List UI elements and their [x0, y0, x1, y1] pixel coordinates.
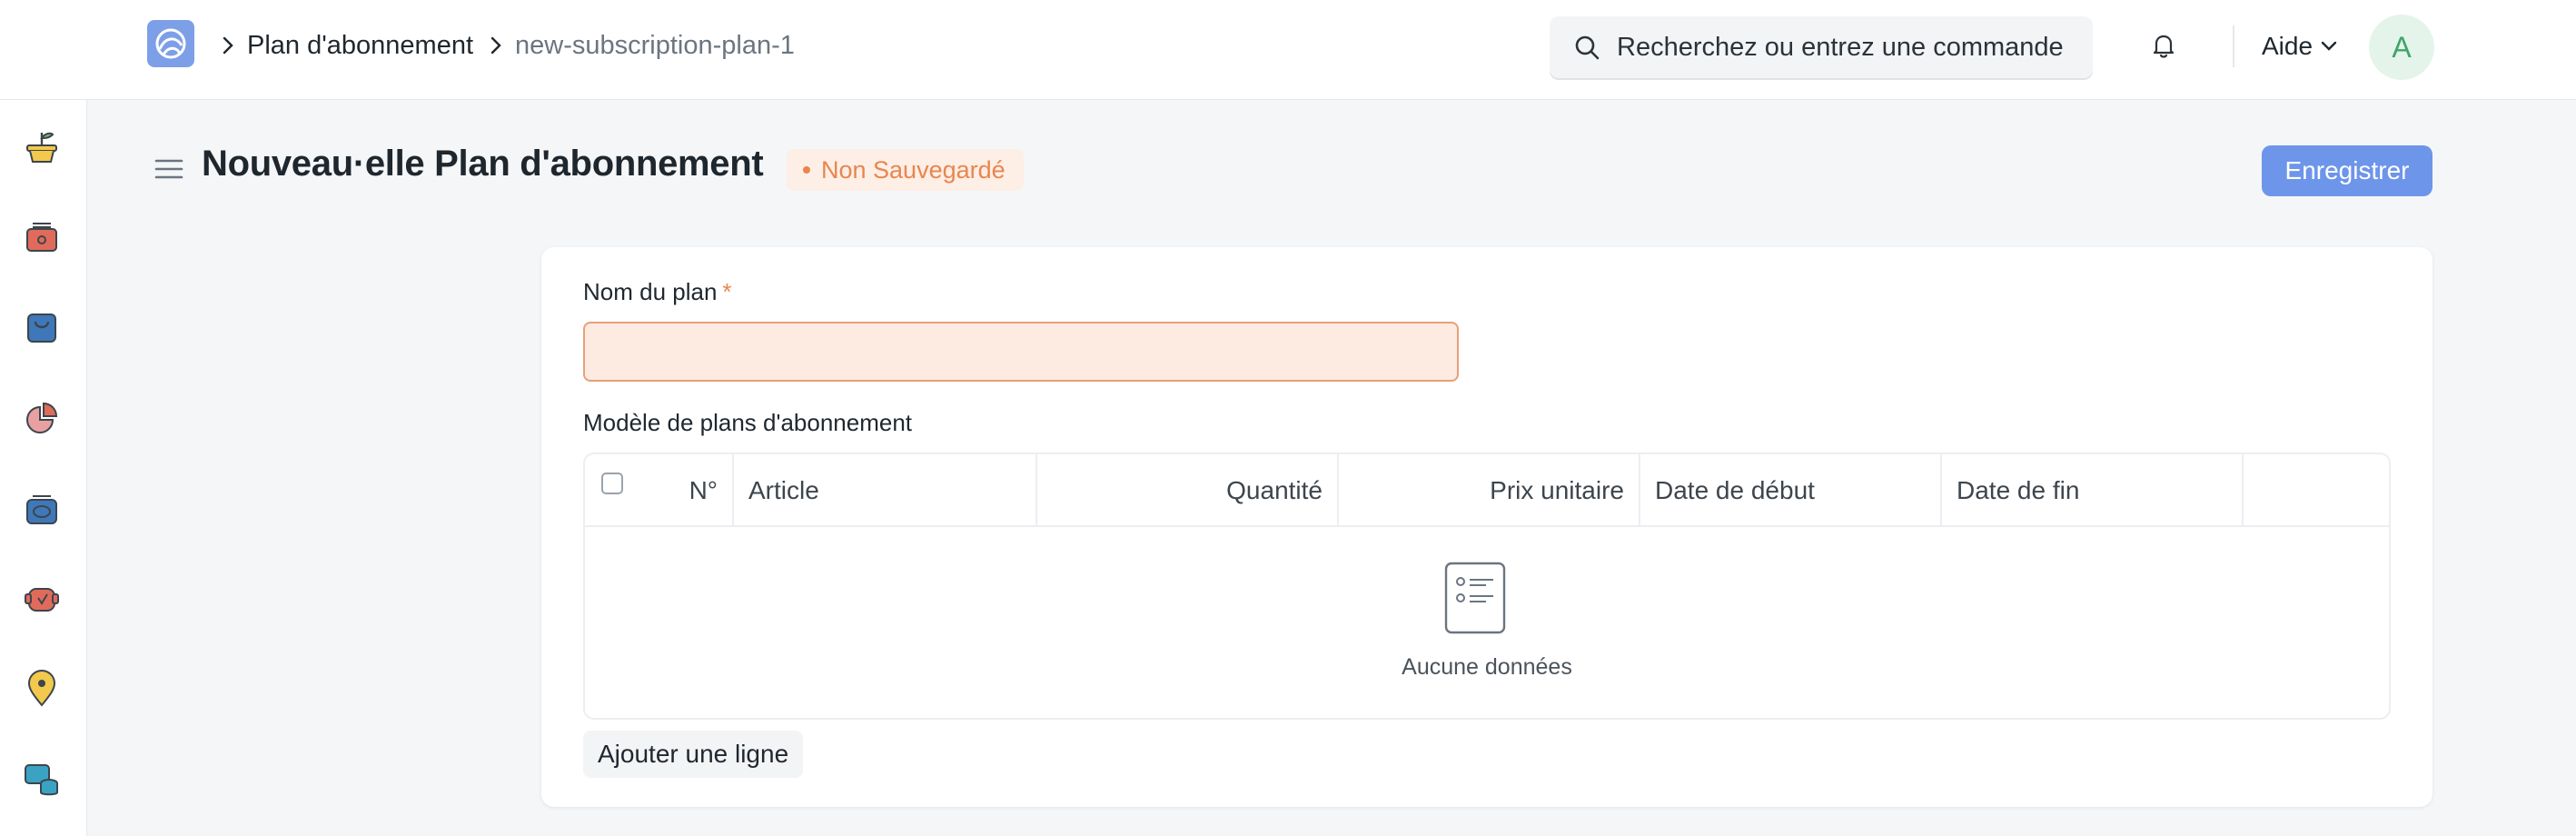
app-logo[interactable] [147, 20, 194, 67]
cash-register-icon[interactable] [20, 214, 64, 258]
support-icon[interactable] [20, 576, 64, 620]
assets-icon[interactable] [20, 758, 64, 801]
notification-bell-icon[interactable] [2149, 31, 2178, 60]
empty-list-icon [1444, 562, 1506, 634]
help-label: Aide [2262, 32, 2313, 60]
search-bar[interactable]: Recherchez ou entrez une commande [1550, 16, 2093, 78]
column-header-article: Article [734, 454, 1037, 527]
subscription-plan-table: N° Article Quantité Prix unitaire Date d… [583, 453, 2391, 720]
form-card: Nom du plan * Modèle de plans d'abonnemen… [541, 247, 2432, 807]
table-header: N° Article Quantité Prix unitaire Date d… [585, 454, 2389, 527]
empty-table-text: Aucune données [1402, 654, 1572, 680]
column-header-unit-price: Prix unitaire [1339, 454, 1640, 527]
column-header-end-date: Date de fin [1942, 454, 2244, 527]
column-header-actions [2244, 454, 2389, 527]
row-index-column: N° [585, 454, 734, 527]
nav-divider [2233, 25, 2234, 67]
breadcrumb: Plan d'abonnement new-subscription-plan-… [214, 0, 795, 91]
status-text: Non Sauvegardé [821, 155, 1006, 184]
required-mark: * [722, 278, 732, 305]
breadcrumb-doctype[interactable]: Plan d'abonnement [247, 31, 473, 61]
help-dropdown[interactable]: Aide [2262, 0, 2338, 93]
plan-name-input[interactable] [583, 322, 1459, 382]
plant-icon[interactable] [20, 125, 64, 169]
avatar[interactable]: A [2369, 15, 2434, 80]
map-pin-icon[interactable] [20, 667, 64, 711]
chevron-right-icon [482, 32, 510, 59]
table-label: Modèle de plans d'abonnement [583, 409, 913, 436]
select-all-checkbox[interactable] [601, 473, 623, 494]
column-header-index: N° [689, 476, 718, 504]
column-header-start-date: Date de début [1640, 454, 1942, 527]
chevron-down-icon [2321, 41, 2337, 51]
menu-toggle-icon[interactable] [154, 154, 183, 184]
shopping-bag-icon[interactable] [20, 305, 64, 349]
plan-name-label-text: Nom du plan [583, 278, 718, 305]
chevron-right-icon [214, 32, 242, 59]
status-badge: Non Sauvegardé [787, 149, 1024, 191]
save-button[interactable]: Enregistrer [2262, 145, 2432, 196]
plan-name-label: Nom du plan * [583, 278, 732, 306]
column-header-quantity: Quantité [1037, 454, 1339, 527]
navbar: Plan d'abonnement new-subscription-plan-… [0, 0, 2576, 100]
breadcrumb-record[interactable]: new-subscription-plan-1 [515, 31, 795, 61]
search-input[interactable]: Recherchez ou entrez une commande [1617, 33, 2064, 63]
sidebar [0, 100, 87, 836]
status-dot-icon [803, 166, 810, 174]
search-icon [1575, 35, 1600, 60]
add-row-button[interactable]: Ajouter une ligne [583, 731, 804, 778]
invoice-icon[interactable] [20, 487, 64, 531]
app-logo-icon [155, 28, 186, 59]
page-title: Nouveau·elle Plan d'abonnement [202, 144, 764, 184]
pie-chart-icon[interactable] [20, 396, 64, 440]
